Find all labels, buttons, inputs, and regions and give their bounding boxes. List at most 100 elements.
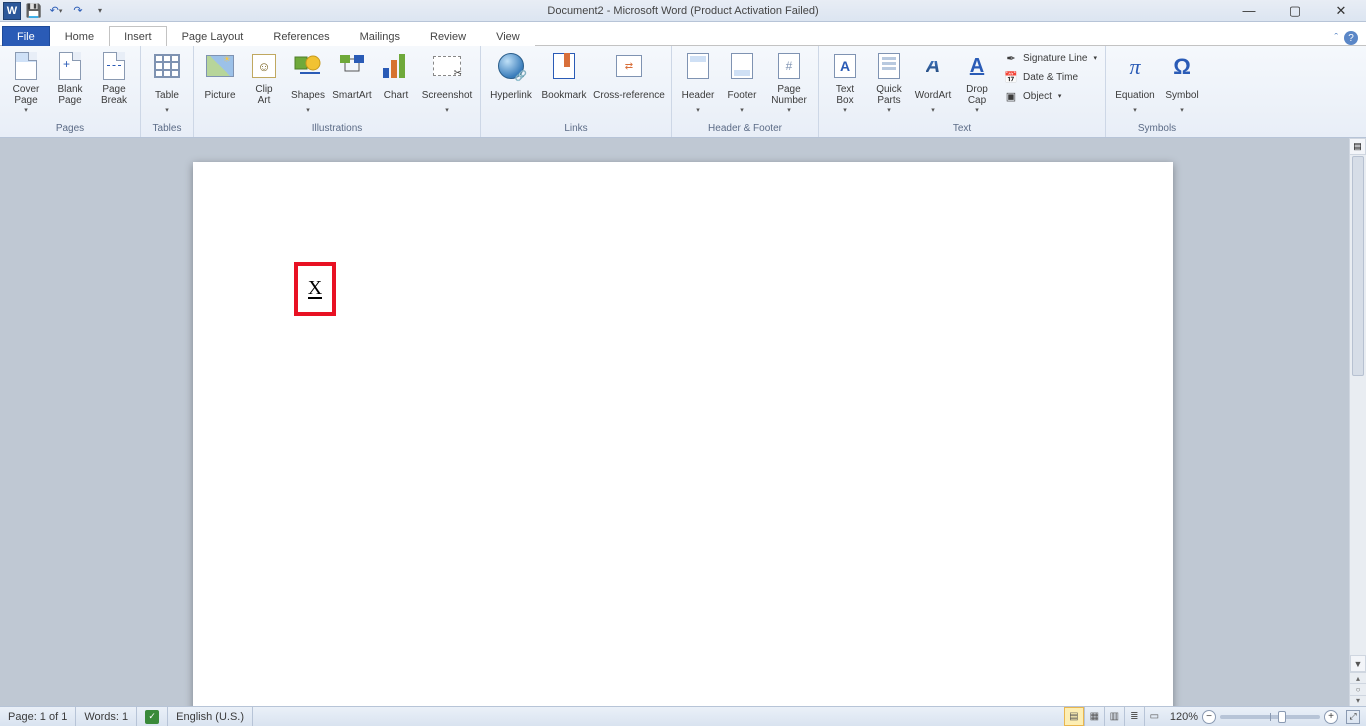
window-controls: — ▢ ✕ (1236, 3, 1366, 19)
tab-file[interactable]: File (2, 26, 50, 46)
group-tables: Table▾ Tables (141, 46, 194, 137)
tab-references[interactable]: References (258, 26, 344, 46)
symbol-button[interactable]: Ω Symbol▾ (1160, 48, 1204, 116)
previous-page-button[interactable]: ▴ (1350, 672, 1366, 683)
smartart-button[interactable]: SmartArt (330, 48, 374, 108)
hyperlink-button[interactable]: Hyperlink (485, 48, 537, 108)
text-box-button[interactable]: A Text Box▾ (823, 48, 867, 116)
screenshot-button[interactable]: Screenshot▾ (418, 48, 476, 116)
title-bar: W 💾 ↶▾ ↷ ▾ Document2 - Microsoft Word (P… (0, 0, 1366, 22)
view-buttons: ▤ ▦ ▥ ≣ ▭ (1064, 707, 1164, 726)
smartart-icon (338, 53, 366, 80)
chart-button[interactable]: Chart (374, 48, 418, 108)
status-proofing[interactable]: ✓ (137, 707, 168, 726)
page-number-button[interactable]: # Page Number▾ (764, 48, 814, 116)
zoom-slider-thumb[interactable] (1278, 711, 1286, 723)
symbol-icon: Ω (1173, 61, 1191, 72)
window-title: Document2 - Microsoft Word (Product Acti… (547, 5, 818, 17)
redo-icon: ↷ (73, 4, 82, 17)
chart-icon (383, 54, 409, 78)
ruler-toggle-button[interactable]: ▤ (1349, 138, 1366, 155)
group-label-tables: Tables (145, 121, 189, 137)
zoom-slider[interactable] (1220, 715, 1320, 719)
picture-icon (206, 55, 234, 77)
browse-object-button[interactable]: ○ (1350, 683, 1366, 694)
drop-cap-button[interactable]: A Drop Cap▾ (955, 48, 999, 116)
document-page[interactable]: X (193, 162, 1173, 706)
undo-button[interactable]: ↶▾ (46, 2, 66, 20)
word-logo-icon: W (3, 2, 21, 20)
blank-page-icon (59, 52, 81, 80)
draft-view-button[interactable]: ▭ (1144, 707, 1164, 726)
help-button[interactable]: ? (1344, 31, 1358, 45)
full-screen-reading-view-button[interactable]: ▦ (1084, 707, 1104, 726)
next-page-button[interactable]: ▾ (1350, 695, 1366, 706)
wordart-button[interactable]: A WordArt▾ (911, 48, 955, 116)
hyperlink-icon (498, 53, 524, 79)
zoom-out-button[interactable]: − (1202, 710, 1216, 724)
print-layout-view-button[interactable]: ▤ (1064, 707, 1084, 726)
wordart-icon: A (926, 61, 940, 72)
word-menu-button[interactable]: W (2, 2, 22, 20)
footer-button[interactable]: Footer▾ (720, 48, 764, 116)
minimize-button[interactable]: — (1236, 3, 1262, 19)
cross-reference-button[interactable]: ⇄ Cross-reference (591, 48, 667, 108)
picture-button[interactable]: Picture (198, 48, 242, 108)
tab-page-layout[interactable]: Page Layout (167, 26, 259, 46)
group-illustrations: Picture ☺ Clip Art Shapes▾ SmartArt Char… (194, 46, 481, 137)
save-button[interactable]: 💾 (24, 2, 44, 20)
ribbon-tabs: File Home Insert Page Layout References … (0, 22, 1366, 46)
status-page[interactable]: Page: 1 of 1 (0, 707, 76, 726)
bookmark-icon (553, 53, 575, 79)
object-button[interactable]: ▣Object▾ (1003, 88, 1097, 104)
ribbon: Cover Page▾ Blank Page Page Break Pages … (0, 46, 1366, 138)
signature-line-button[interactable]: ✒Signature Line▾ (1003, 50, 1097, 66)
close-button[interactable]: ✕ (1328, 3, 1354, 19)
group-label-illustrations: Illustrations (198, 121, 476, 137)
zoom-in-button[interactable]: + (1324, 710, 1338, 724)
date-time-button[interactable]: 📅Date & Time (1003, 69, 1097, 85)
blank-page-button[interactable]: Blank Page (48, 48, 92, 108)
status-language[interactable]: English (U.S.) (168, 707, 253, 726)
save-icon: 💾 (26, 3, 42, 19)
vertical-scrollbar[interactable]: ▲ ▼ ▴ ○ ▾ (1349, 138, 1366, 706)
tab-review[interactable]: Review (415, 26, 481, 46)
quick-access-toolbar: W 💾 ↶▾ ↷ ▾ (0, 2, 110, 20)
tab-insert[interactable]: Insert (109, 26, 167, 46)
shapes-icon (294, 53, 322, 80)
zoom-level[interactable]: 120% (1170, 711, 1198, 723)
redo-button[interactable]: ↷ (68, 2, 88, 20)
tab-view[interactable]: View (481, 26, 535, 46)
scroll-down-button[interactable]: ▼ (1350, 655, 1366, 672)
tab-home[interactable]: Home (50, 26, 109, 46)
outline-view-button[interactable]: ≣ (1124, 707, 1144, 726)
quick-parts-button[interactable]: Quick Parts▾ (867, 48, 911, 116)
clip-art-icon: ☺ (252, 54, 276, 78)
header-icon (687, 53, 709, 79)
clip-art-button[interactable]: ☺ Clip Art (242, 48, 286, 108)
tab-mailings[interactable]: Mailings (345, 26, 415, 46)
group-symbols: π Equation▾ Ω Symbol▾ Symbols (1106, 46, 1208, 137)
group-label-text: Text (823, 121, 1101, 137)
shapes-button[interactable]: Shapes▾ (286, 48, 330, 116)
document-text[interactable]: X (308, 279, 322, 299)
page-break-button[interactable]: Page Break (92, 48, 136, 108)
group-pages: Cover Page▾ Blank Page Page Break Pages (0, 46, 141, 137)
drop-cap-icon: A (970, 61, 984, 72)
zoom-controls: 120% − + ⤢ (1164, 710, 1366, 724)
minimize-ribbon-button[interactable]: ˆ (1334, 32, 1338, 44)
table-button[interactable]: Table▾ (145, 48, 189, 116)
date-time-icon: 📅 (1003, 69, 1019, 85)
bookmark-button[interactable]: Bookmark (537, 48, 591, 108)
status-words[interactable]: Words: 1 (76, 707, 137, 726)
scroll-thumb[interactable] (1352, 156, 1364, 376)
document-workspace: ▤ X ▲ ▼ ▴ ○ ▾ (0, 138, 1366, 706)
cover-page-button[interactable]: Cover Page▾ (4, 48, 48, 116)
qat-customize-button[interactable]: ▾ (90, 2, 110, 20)
equation-button[interactable]: π Equation▾ (1110, 48, 1160, 116)
page-number-icon: # (778, 53, 800, 79)
header-button[interactable]: Header▾ (676, 48, 720, 116)
web-layout-view-button[interactable]: ▥ (1104, 707, 1124, 726)
zoom-fit-button[interactable]: ⤢ (1346, 710, 1360, 724)
maximize-button[interactable]: ▢ (1282, 3, 1308, 19)
